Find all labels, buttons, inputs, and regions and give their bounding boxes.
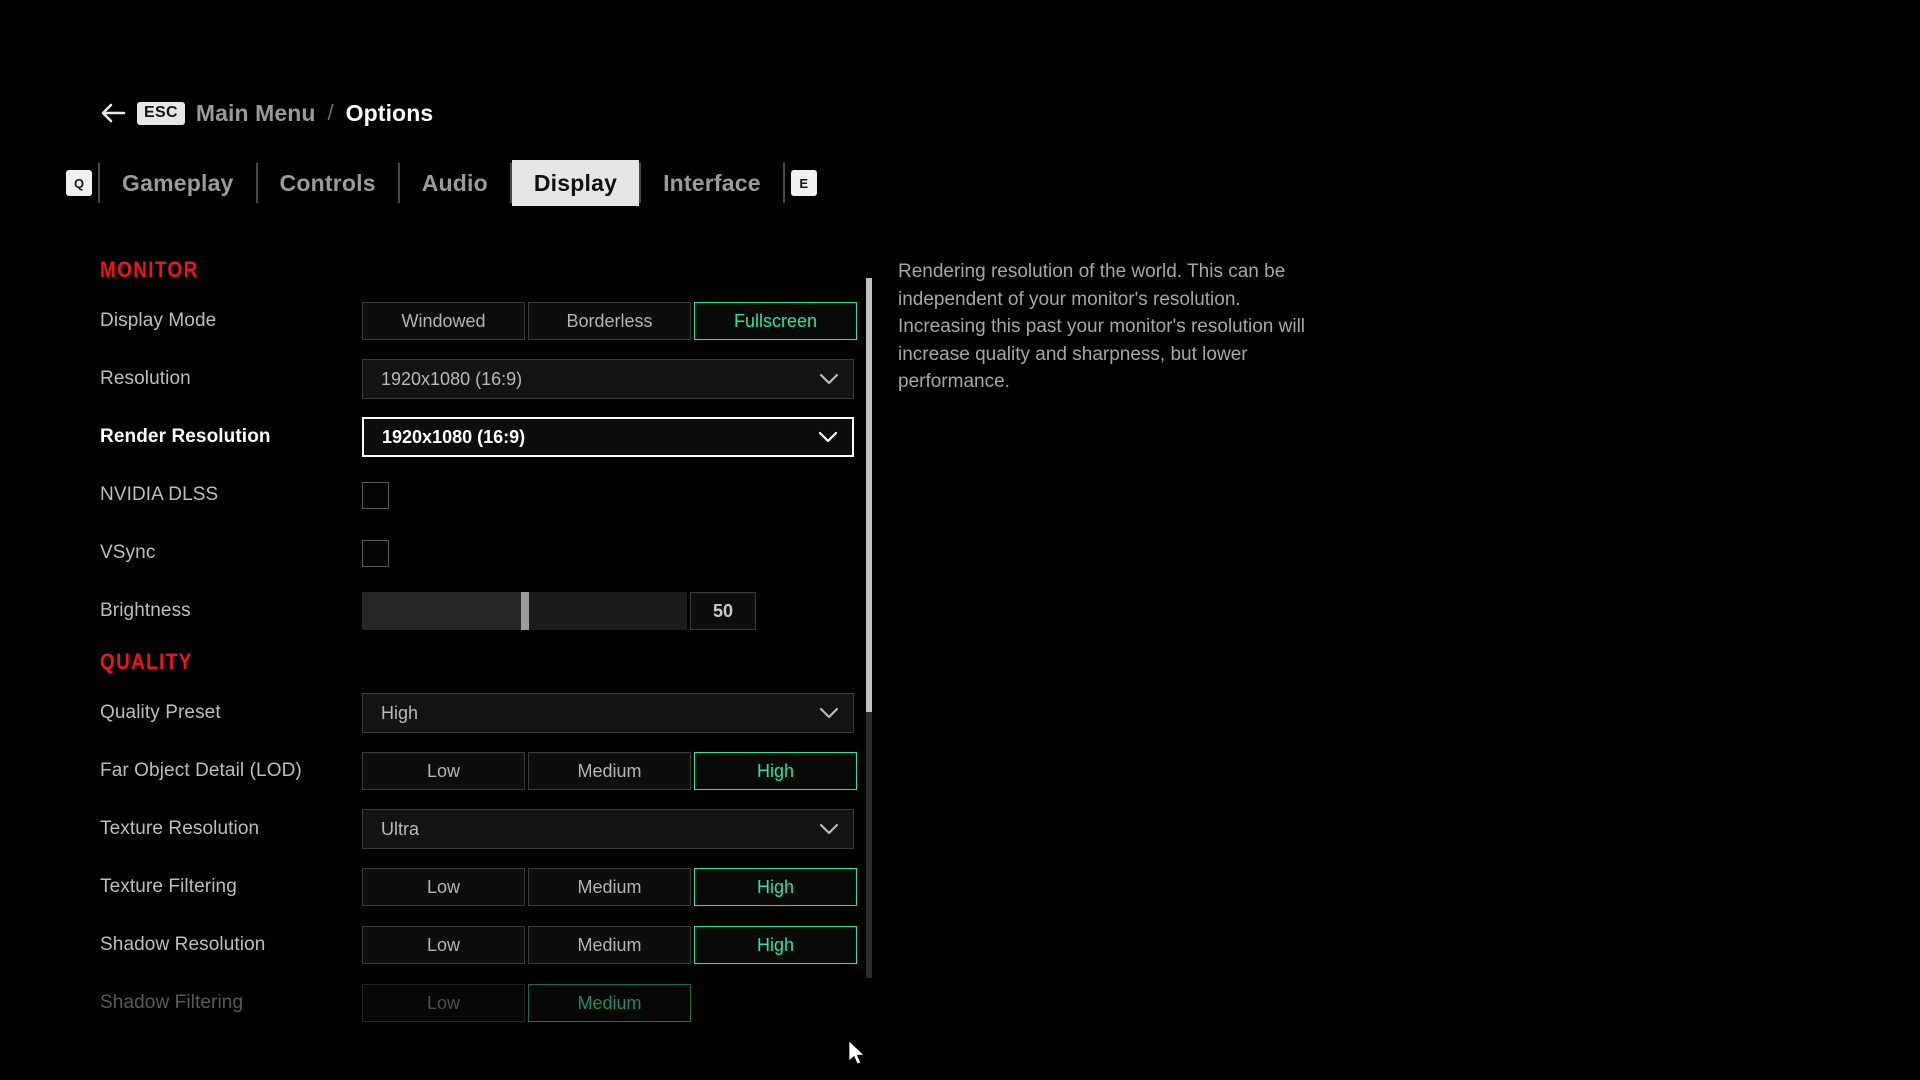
- segmented-control: Low Medium High: [362, 868, 860, 906]
- section-header-quality: QUALITY: [100, 649, 193, 674]
- tab-divider: [782, 163, 785, 203]
- setting-row-nvidia-dlss: NVIDIA DLSS: [100, 466, 870, 524]
- option-low[interactable]: Low: [362, 868, 525, 906]
- setting-row-quality-preset: Quality Preset High: [100, 684, 870, 742]
- setting-row-display-mode: Display Mode Windowed Borderless Fullscreen: [100, 292, 870, 350]
- option-medium[interactable]: Medium: [528, 868, 691, 906]
- option-medium[interactable]: Medium: [528, 984, 691, 1022]
- dropdown-texture-resolution[interactable]: Ultra: [362, 809, 854, 849]
- dropdown-quality-preset[interactable]: High: [362, 693, 854, 733]
- dropdown-value: 1920x1080 (16:9): [381, 368, 523, 389]
- option-medium[interactable]: Medium: [528, 926, 691, 964]
- setting-row-shadow-filtering: Shadow Filtering Low Medium: [100, 974, 870, 1032]
- breadcrumb: ESC Main Menu / Options: [100, 96, 433, 130]
- segmented-control: Low Medium High: [362, 752, 860, 790]
- option-low[interactable]: Low: [362, 984, 525, 1022]
- mouse-cursor-icon: [848, 1040, 868, 1068]
- tab-display[interactable]: Display: [511, 160, 640, 206]
- segmented-control: Low Medium High: [362, 926, 860, 964]
- setting-control: 1920x1080 (16:9): [362, 417, 854, 457]
- tab-gameplay[interactable]: Gameplay: [100, 160, 256, 206]
- slider-thumb[interactable]: [520, 592, 529, 630]
- setting-row-resolution: Resolution 1920x1080 (16:9): [100, 350, 870, 408]
- setting-description: Rendering resolution of the world. This …: [898, 261, 1306, 392]
- chevron-down-icon: [819, 373, 839, 385]
- slider-control: 50: [362, 592, 756, 630]
- slider-value[interactable]: 50: [690, 592, 756, 630]
- dropdown-render-resolution[interactable]: 1920x1080 (16:9): [362, 417, 854, 457]
- setting-row-render-resolution: Render Resolution 1920x1080 (16:9): [100, 408, 870, 466]
- option-high[interactable]: High: [694, 868, 857, 906]
- tab-prev-key-badge[interactable]: Q: [66, 170, 92, 196]
- breadcrumb-parent[interactable]: Main Menu: [196, 100, 316, 127]
- setting-control: [362, 539, 389, 567]
- setting-label: Quality Preset: [100, 702, 221, 723]
- breadcrumb-current: Options: [345, 99, 434, 126]
- option-high[interactable]: High: [694, 752, 857, 790]
- setting-control: Ultra: [362, 809, 854, 849]
- chevron-down-icon: [819, 823, 839, 835]
- setting-row-brightness: Brightness 50: [100, 582, 870, 640]
- settings-scrollbar[interactable]: [866, 278, 872, 978]
- segmented-control: Low Medium: [362, 984, 694, 1022]
- setting-control: Low Medium High: [362, 868, 860, 906]
- setting-label: Texture Resolution: [100, 818, 260, 839]
- tab-next-key-badge[interactable]: E: [790, 170, 817, 196]
- scrollbar-thumb[interactable]: [866, 278, 872, 712]
- setting-label: Far Object Detail (LOD): [100, 760, 302, 781]
- chevron-down-icon: [818, 431, 838, 443]
- setting-label: Brightness: [100, 600, 191, 621]
- option-fullscreen[interactable]: Fullscreen: [694, 302, 857, 340]
- tab-audio[interactable]: Audio: [400, 160, 510, 206]
- slider-track-brightness[interactable]: [362, 592, 687, 630]
- setting-label: Shadow Filtering: [100, 992, 244, 1013]
- option-low[interactable]: Low: [362, 926, 525, 964]
- setting-label: Texture Filtering: [100, 876, 237, 897]
- setting-control: Low Medium: [362, 984, 694, 1022]
- setting-row-far-object-detail-lod: Far Object Detail (LOD) Low Medium High: [100, 742, 870, 800]
- setting-label: Shadow Resolution: [100, 934, 266, 955]
- breadcrumb-separator: /: [327, 100, 334, 125]
- settings-scroll-area: MONITOR Display Mode Windowed Borderless Ful…: [0, 248, 870, 1048]
- setting-control: 50: [362, 592, 756, 630]
- options-screen: ESC Main Menu / Options Q Gameplay Control…: [0, 0, 1920, 1080]
- option-medium[interactable]: Medium: [528, 752, 691, 790]
- setting-label: Display Mode: [100, 310, 217, 331]
- option-low[interactable]: Low: [362, 752, 525, 790]
- setting-control: [362, 481, 389, 509]
- setting-row-texture-filtering: Texture Filtering Low Medium High: [100, 858, 870, 916]
- checkbox-nvidia-dlss[interactable]: [362, 481, 389, 509]
- tab-interface[interactable]: Interface: [641, 160, 783, 206]
- section-header-monitor: MONITOR: [100, 257, 199, 282]
- tab-controls[interactable]: Controls: [258, 160, 398, 206]
- dropdown-resolution[interactable]: 1920x1080 (16:9): [362, 359, 854, 399]
- setting-row-vsync: VSync: [100, 524, 870, 582]
- slider-fill: [362, 592, 525, 630]
- option-windowed[interactable]: Windowed: [362, 302, 525, 340]
- checkbox-vsync[interactable]: [362, 539, 389, 567]
- setting-control: 1920x1080 (16:9): [362, 359, 854, 399]
- tab-bar: Q Gameplay Controls Audio Display Interface E: [60, 160, 823, 206]
- segmented-control: Windowed Borderless Fullscreen: [362, 302, 860, 340]
- dropdown-value: 1920x1080 (16:9): [382, 426, 526, 447]
- setting-row-shadow-resolution: Shadow Resolution Low Medium High: [100, 916, 870, 974]
- option-high[interactable]: High: [694, 926, 857, 964]
- setting-label: Resolution: [100, 368, 191, 389]
- setting-control: Windowed Borderless Fullscreen: [362, 302, 860, 340]
- setting-control: Low Medium High: [362, 926, 860, 964]
- setting-label: NVIDIA DLSS: [100, 484, 219, 505]
- setting-label: VSync: [100, 542, 156, 563]
- back-arrow-icon[interactable]: [100, 100, 126, 126]
- setting-control: High: [362, 693, 854, 733]
- dropdown-value: Ultra: [381, 818, 420, 839]
- setting-control: Low Medium High: [362, 752, 860, 790]
- setting-label: Render Resolution: [100, 426, 271, 447]
- dropdown-value: High: [381, 702, 419, 723]
- esc-key-badge[interactable]: ESC: [137, 101, 185, 125]
- chevron-down-icon: [819, 707, 839, 719]
- setting-row-texture-resolution: Texture Resolution Ultra: [100, 800, 870, 858]
- option-borderless[interactable]: Borderless: [528, 302, 691, 340]
